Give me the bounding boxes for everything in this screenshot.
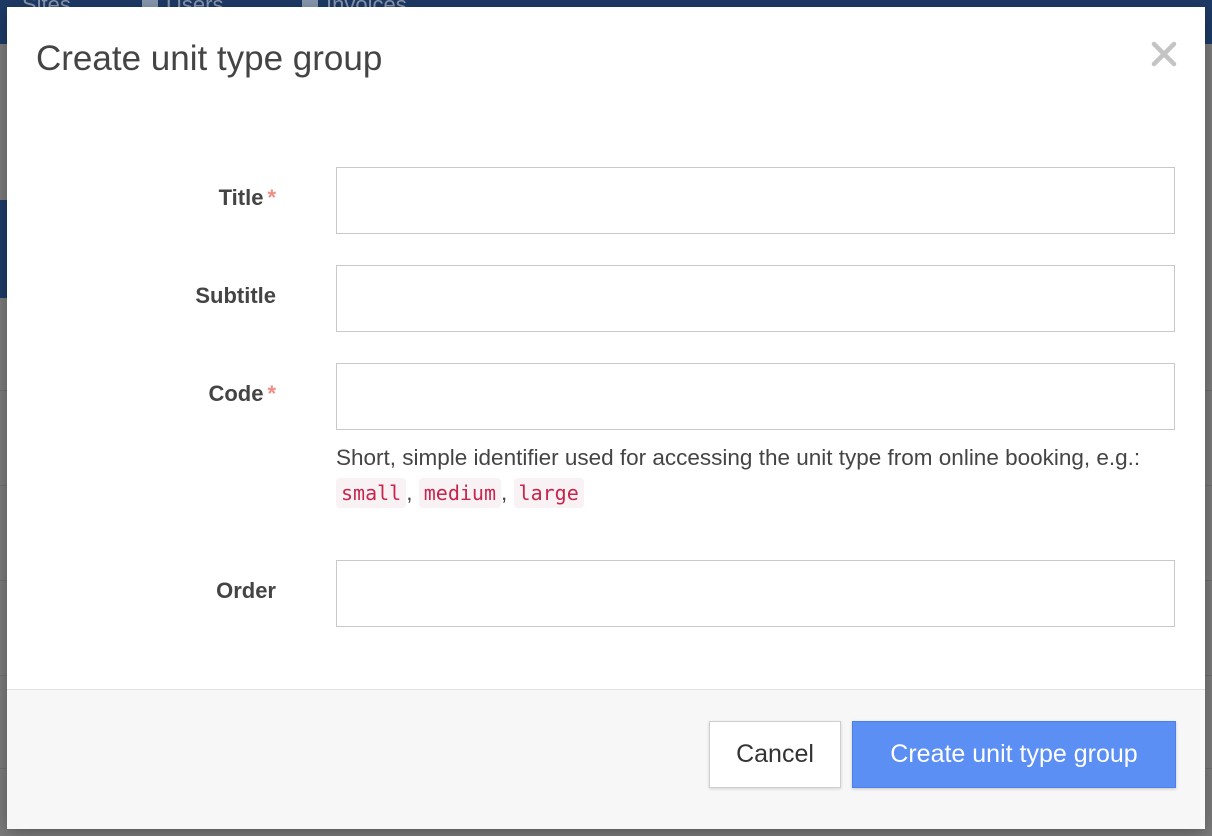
code-input[interactable] [336,363,1175,430]
close-icon [1151,41,1177,67]
create-unit-type-group-button[interactable]: Create unit type group [852,721,1176,788]
cancel-button[interactable]: Cancel [709,721,841,788]
subtitle-label: Subtitle [195,283,276,308]
code-help-text: Short, simple identifier used for access… [336,440,1156,511]
required-marker: * [267,185,276,210]
close-button[interactable] [1149,39,1179,69]
title-label: Title * [218,185,276,210]
code-label: Code * [208,381,276,406]
modal-title: Create unit type group [36,39,383,78]
code-example: medium [418,478,501,508]
required-marker: * [267,381,276,406]
order-input[interactable] [336,560,1175,627]
subtitle-input[interactable] [336,265,1175,332]
modal-footer: Cancel Create unit type group [7,689,1205,829]
code-example: small [336,478,407,508]
title-input[interactable] [336,167,1175,234]
order-label: Order [216,578,276,603]
create-unit-type-group-modal: Create unit type group Title * Subtitle C… [7,7,1205,829]
code-example: large [513,478,584,508]
